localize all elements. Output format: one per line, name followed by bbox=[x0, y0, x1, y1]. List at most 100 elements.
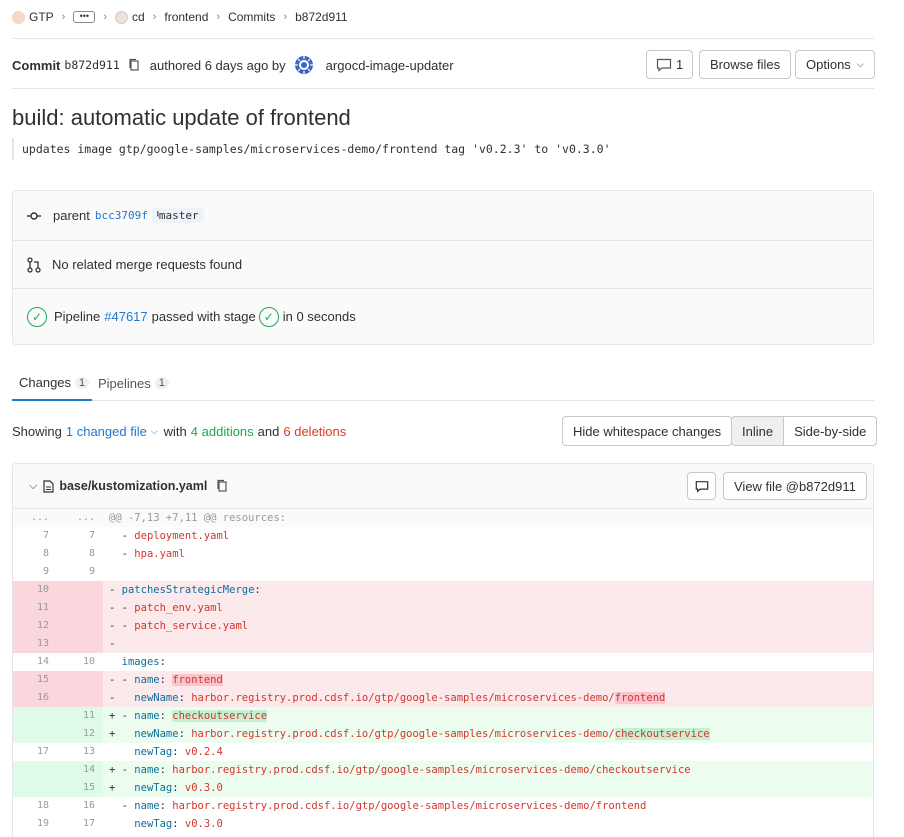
chevron-right-icon: › bbox=[283, 11, 288, 23]
diff-code: - hpa.yaml bbox=[103, 545, 873, 563]
diff-lines: ...... @@ -7,13 +7,11 @@ resources: 7 7 - d… bbox=[13, 509, 873, 833]
breadcrumb-commits[interactable]: Commits bbox=[228, 10, 275, 24]
breadcrumb-project[interactable]: cd bbox=[132, 10, 145, 24]
diff-line: 12 + newName: harbor.registry.prod.cdsf.i… bbox=[13, 725, 873, 743]
tab-pipelines-count: 1 bbox=[154, 377, 169, 389]
diff-line: 88 - hpa.yaml bbox=[13, 545, 873, 563]
tab-changes[interactable]: Changes 1 bbox=[12, 366, 92, 401]
old-line-number[interactable]: 18 bbox=[13, 797, 57, 815]
breadcrumb-ellipsis-button[interactable]: ••• bbox=[73, 11, 96, 23]
old-line-number[interactable] bbox=[13, 725, 57, 743]
new-line-number[interactable] bbox=[57, 635, 103, 653]
new-line-number[interactable]: 9 bbox=[57, 563, 103, 581]
diff-highlight: frontend bbox=[614, 692, 666, 704]
old-line-number[interactable]: 14 bbox=[13, 653, 57, 671]
new-line-number[interactable]: 10 bbox=[57, 653, 103, 671]
file-icon bbox=[43, 479, 54, 493]
parent-row: parent bcc3709f ᴵmaster bbox=[13, 191, 873, 241]
pipeline-success-icon[interactable]: ✓ bbox=[27, 306, 47, 327]
new-line-number[interactable]: 15 bbox=[57, 779, 103, 797]
old-line-number[interactable]: 13 bbox=[13, 635, 57, 653]
diff-line: 14 10 images: bbox=[13, 653, 873, 671]
new-line-number[interactable]: 12 bbox=[57, 725, 103, 743]
copy-path-icon[interactable] bbox=[216, 479, 228, 493]
new-line-number[interactable]: 16 bbox=[57, 797, 103, 815]
author-avatar[interactable] bbox=[294, 55, 314, 75]
old-line-number[interactable]: 7 bbox=[13, 527, 57, 545]
and-text: and bbox=[257, 424, 280, 439]
branch-badge[interactable]: ᴵmaster bbox=[151, 208, 204, 223]
changed-files-dropdown[interactable]: 1 changed file bbox=[66, 424, 147, 439]
copy-sha-icon[interactable] bbox=[128, 58, 140, 72]
old-line-number[interactable]: 16 bbox=[13, 689, 57, 707]
merge-requests-row: No related merge requests found bbox=[13, 241, 873, 289]
new-line-number[interactable] bbox=[57, 599, 103, 617]
old-line-number[interactable] bbox=[13, 707, 57, 725]
new-line-number[interactable]: 7 bbox=[57, 527, 103, 545]
diff-code: newTag: v0.2.4 bbox=[103, 743, 873, 761]
diff-code-text: - - patch_env.yaml bbox=[109, 602, 223, 614]
old-line-number[interactable]: 8 bbox=[13, 545, 57, 563]
author-name[interactable]: argocd-image-updater bbox=[326, 58, 454, 73]
breadcrumb-subproject[interactable]: frontend bbox=[164, 10, 208, 24]
tab-changes-count: 1 bbox=[75, 376, 90, 389]
new-line-number[interactable] bbox=[57, 581, 103, 599]
diff-code: - name: harbor.registry.prod.cdsf.io/gtp… bbox=[103, 797, 873, 815]
pipeline-link[interactable]: #47617 bbox=[104, 309, 147, 324]
breadcrumb-group[interactable]: GTP bbox=[29, 10, 54, 24]
side-by-side-button[interactable]: Side-by-side bbox=[784, 416, 878, 446]
new-line-number[interactable] bbox=[57, 689, 103, 707]
diff-code-text: - deployment.yaml bbox=[109, 530, 230, 542]
inline-view-button[interactable]: Inline bbox=[731, 416, 785, 446]
commit-description: updates image gtp/google-samples/microse… bbox=[12, 138, 619, 160]
diff-line: 12 - - patch_service.yaml bbox=[13, 617, 873, 635]
diff-code: - - name: frontend bbox=[103, 671, 873, 689]
collapse-chevron-icon[interactable]: ⌵ bbox=[29, 480, 37, 493]
new-line-number[interactable]: 8 bbox=[57, 545, 103, 563]
old-line-number[interactable]: 11 bbox=[13, 599, 57, 617]
parent-sha-link[interactable]: bcc3709f bbox=[95, 209, 148, 222]
old-line-number[interactable]: 9 bbox=[13, 563, 57, 581]
comments-button[interactable]: 1 bbox=[646, 50, 694, 79]
breadcrumb-current[interactable]: b872d911 bbox=[295, 10, 348, 24]
old-line-number[interactable]: 10 bbox=[13, 581, 57, 599]
file-name[interactable]: base/kustomization.yaml bbox=[59, 479, 207, 493]
new-line-number[interactable]: 11 bbox=[57, 707, 103, 725]
old-line-number[interactable]: 19 bbox=[13, 815, 57, 833]
diff-code-text: + newTag: v0.3.0 bbox=[109, 782, 223, 794]
commit-sha: b872d911 bbox=[64, 58, 120, 72]
old-line-number[interactable]: 17 bbox=[13, 743, 57, 761]
view-file-button[interactable]: View file @b872d911 bbox=[723, 472, 867, 500]
stage-success-icon[interactable]: ✓ bbox=[258, 306, 279, 327]
old-line-number[interactable] bbox=[13, 761, 57, 779]
chevron-down-icon[interactable]: ⌵ bbox=[151, 426, 158, 437]
old-line-number[interactable] bbox=[13, 779, 57, 797]
old-line-number[interactable]: 15 bbox=[13, 671, 57, 689]
browse-files-button[interactable]: Browse files bbox=[699, 50, 792, 79]
diff-line: 15 + newTag: v0.3.0 bbox=[13, 779, 873, 797]
new-line-number[interactable]: 14 bbox=[57, 761, 103, 779]
diff-code-text: newTag: v0.3.0 bbox=[134, 818, 223, 830]
new-line-number[interactable] bbox=[57, 617, 103, 635]
chevron-right-icon: › bbox=[103, 11, 108, 23]
diff-line: 13 - bbox=[13, 635, 873, 653]
tab-pipelines[interactable]: Pipelines 1 bbox=[98, 366, 169, 400]
pipeline-time: in 0 seconds bbox=[282, 309, 356, 324]
file-comment-button[interactable] bbox=[687, 472, 716, 500]
new-line-number[interactable]: 13 bbox=[57, 743, 103, 761]
new-line-number[interactable]: ... bbox=[57, 509, 103, 527]
diff-code: - bbox=[103, 635, 873, 653]
new-line-number[interactable] bbox=[57, 671, 103, 689]
diff-code-text: + - name: harbor.registry.prod.cdsf.io/g… bbox=[109, 764, 691, 776]
hide-whitespace-button[interactable]: Hide whitespace changes bbox=[562, 416, 733, 446]
new-line-number[interactable]: 17 bbox=[57, 815, 103, 833]
old-line-number[interactable]: ... bbox=[13, 509, 57, 527]
pipeline-passed-text: passed with stage bbox=[151, 309, 256, 324]
options-dropdown[interactable]: Options ⌵ bbox=[795, 50, 875, 79]
chevron-right-icon: › bbox=[216, 11, 221, 23]
diff-file-panel: ⌵ base/kustomization.yaml View file @b87… bbox=[12, 463, 874, 837]
diff-code-text: + - name: bbox=[109, 710, 166, 722]
old-line-number[interactable]: 12 bbox=[13, 617, 57, 635]
comments-count: 1 bbox=[676, 57, 684, 72]
file-header: ⌵ base/kustomization.yaml View file @b87… bbox=[13, 464, 873, 509]
